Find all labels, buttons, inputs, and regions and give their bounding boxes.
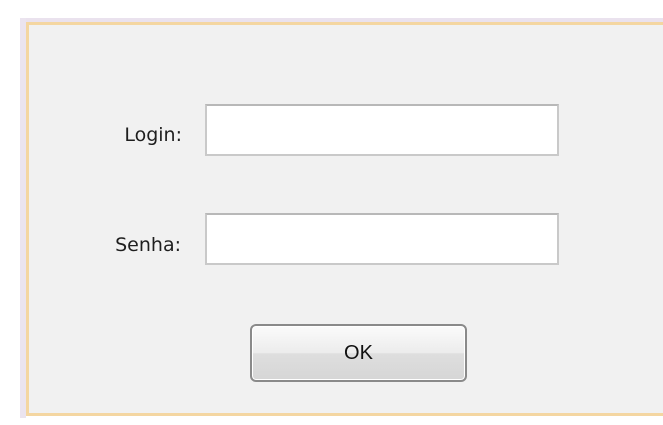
senha-input[interactable] xyxy=(205,213,559,265)
ok-button[interactable]: OK xyxy=(250,324,467,382)
senha-label: Senha: xyxy=(115,234,181,256)
login-label: Login: xyxy=(124,124,182,146)
login-input[interactable] xyxy=(205,104,559,156)
